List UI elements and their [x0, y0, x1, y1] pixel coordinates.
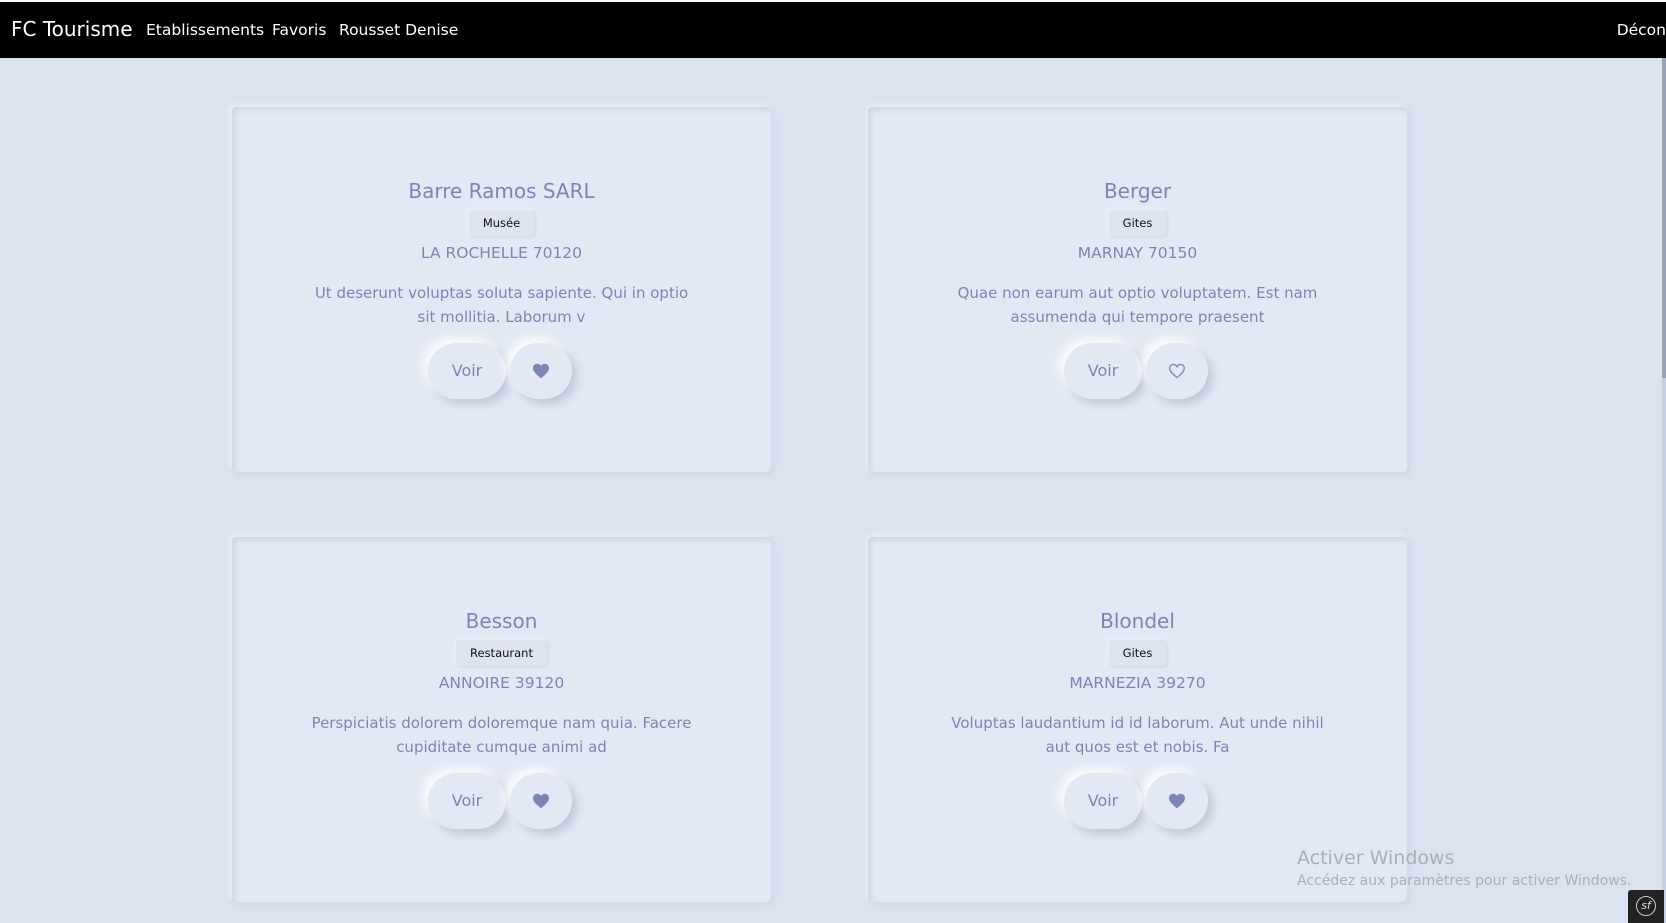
symfony-toolbar-toggle[interactable]: sf [1628, 890, 1664, 923]
card-city: MARNAY 70150 [1077, 244, 1198, 262]
top-navbar: FC Tourisme Etablissements Favoris Rouss… [0, 0, 1666, 58]
favorite-button[interactable] [1146, 773, 1208, 829]
view-button[interactable]: Voir [428, 773, 506, 829]
category-badge: Gites [1108, 640, 1167, 666]
nav-favoris-link[interactable]: Favoris [272, 21, 326, 39]
scrollbar-thumb[interactable] [1662, 58, 1666, 378]
card-description-line: Ut deserunt voluptas soluta sapiente. Qu… [314, 284, 689, 302]
favorite-button[interactable] [510, 343, 572, 399]
nav-logout-link[interactable]: Décon [1617, 21, 1666, 39]
card-description: Perspiciatis dolorem doloremque nam quia… [232, 711, 771, 759]
watermark-title: Activer Windows [1297, 847, 1455, 869]
favorite-button[interactable] [510, 773, 572, 829]
favorite-button[interactable] [1146, 343, 1208, 399]
establishment-card: Barre Ramos SARL Musée LA ROCHELLE 70120… [232, 107, 771, 472]
card-title: Besson [465, 609, 538, 633]
view-button[interactable]: Voir [1064, 343, 1142, 399]
card-description-line: assumenda qui tempore praesent [1010, 308, 1265, 326]
establishment-card: Berger Gites MARNAY 70150 Quae non earum… [868, 107, 1407, 472]
card-description-line: cupiditate cumque animi ad [396, 738, 607, 756]
watermark-subtitle: Accédez aux paramètres pour activer Wind… [1297, 873, 1632, 889]
category-badge: Restaurant [456, 640, 547, 666]
windows-activation-watermark: Activer Windows Accédez aux paramètres p… [1297, 847, 1631, 889]
heart-filled-icon [533, 363, 549, 379]
card-description-line: sit mollitia. Laborum v [417, 308, 586, 326]
category-badge: Gites [1108, 210, 1167, 236]
nav-user-link[interactable]: Rousset Denise [339, 21, 458, 39]
card-city: MARNEZIA 39270 [1069, 674, 1206, 692]
heart-filled-icon [1169, 793, 1185, 809]
symfony-logo-icon: sf [1636, 896, 1656, 916]
card-description: Quae non earum aut optio voluptatem. Est… [868, 281, 1407, 329]
card-description-line: Perspiciatis dolorem doloremque nam quia… [311, 714, 692, 732]
card-title: Blondel [1100, 609, 1175, 633]
card-description: Voluptas laudantium id id laborum. Aut u… [868, 711, 1407, 759]
heart-filled-icon [533, 793, 549, 809]
view-button[interactable]: Voir [428, 343, 506, 399]
nav-etablissements-link[interactable]: Etablissements [146, 21, 264, 39]
card-description-line: Quae non earum aut optio voluptatem. Est… [957, 284, 1318, 302]
category-badge: Musée [468, 210, 535, 236]
card-description-line: Voluptas laudantium id id laborum. Aut u… [951, 714, 1324, 732]
card-description-line: aut quos est et nobis. Fa [1045, 738, 1230, 756]
heart-outline-icon [1169, 363, 1185, 379]
card-city: LA ROCHELLE 70120 [420, 244, 583, 262]
card-title: Barre Ramos SARL [408, 179, 595, 203]
brand-logo-text[interactable]: FC Tourisme [11, 17, 133, 41]
card-title: Berger [1103, 179, 1172, 203]
card-description: Ut deserunt voluptas soluta sapiente. Qu… [232, 281, 771, 329]
establishment-card: Besson Restaurant ANNOIRE 39120 Perspici… [232, 537, 771, 902]
card-city: ANNOIRE 39120 [438, 674, 565, 692]
view-button[interactable]: Voir [1064, 773, 1142, 829]
